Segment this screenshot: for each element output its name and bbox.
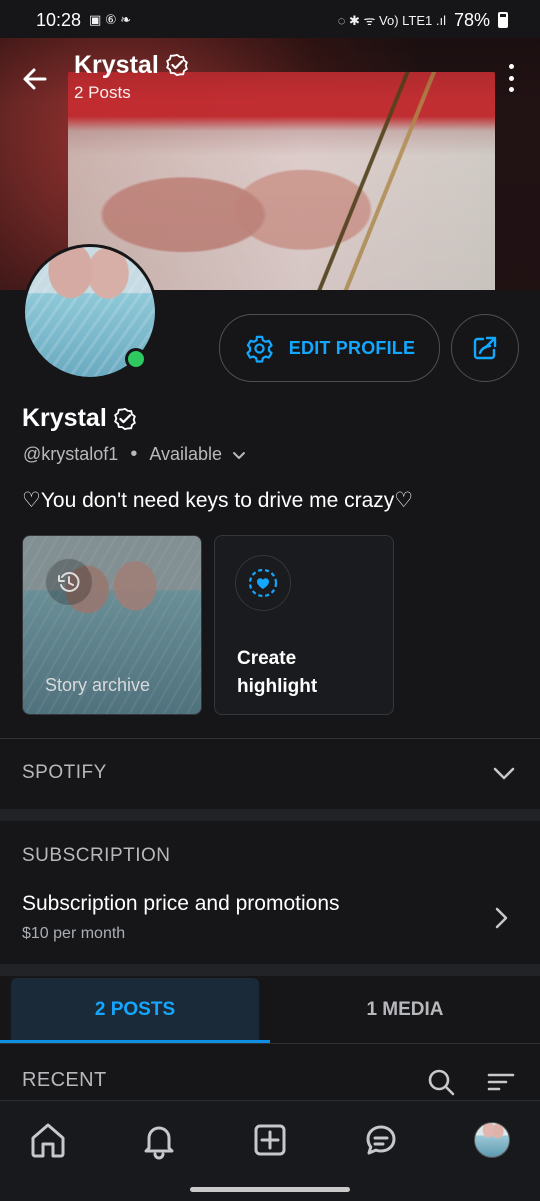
profile-top-bar: Krystal 2 Posts [0,44,540,112]
subscription-price-row[interactable]: Subscription price and promotions $10 pe… [0,879,540,949]
add-post-icon[interactable] [249,1119,291,1161]
recent-header: RECENT [0,1050,540,1100]
sort-icon[interactable] [486,1067,516,1097]
share-profile-button[interactable] [451,314,519,382]
nav-avatar[interactable] [474,1122,510,1158]
share-icon [470,333,500,363]
section-gap [0,964,540,976]
status-bar: 10:28 ▣ ⑥ ❧ ◌ ✱ ᯤ Vo) LTE1 .ıl 78% [0,0,540,40]
spotify-section[interactable]: SPOTIFY [0,739,540,809]
header-title-wrap: Krystal 2 Posts [74,50,189,106]
verified-badge-icon [165,53,189,77]
highlight-heart-icon [235,555,291,611]
messages-icon[interactable] [360,1119,402,1161]
chevron-down-icon[interactable] [232,448,246,462]
chevron-down-icon[interactable] [493,767,515,781]
status-left: 10:28 ▣ ⑥ ❧ [36,10,131,31]
meta-separator: • [130,443,138,465]
status-left-icons: ▣ ⑥ ❧ [89,12,132,27]
header-name-row: Krystal [74,50,189,80]
online-status-icon [125,348,147,370]
profile-meta: @krystalof1 • Available [23,443,246,466]
battery-icon [498,12,508,28]
profile-bio: ♡You don't need keys to drive me crazy♡ [22,489,414,512]
profile-name-row: Krystal [22,404,137,433]
availability-status[interactable]: Available [149,444,222,465]
edit-profile-button[interactable]: EDIT PROFILE [219,314,440,382]
status-right-icons: ◌ ✱ ᯤ Vo) LTE1 .ıl [337,13,446,28]
subscription-item-label: Subscription price and promotions [22,892,340,915]
tab-media[interactable]: 1 MEDIA [270,978,540,1042]
tab-posts[interactable]: 2 POSTS [11,978,259,1042]
home-indicator [190,1187,350,1192]
content-tabs: 2 POSTS 1 MEDIA [0,978,540,1042]
status-right: ◌ ✱ ᯤ Vo) LTE1 .ıl 78% [338,10,508,31]
battery-percent: 78% [453,9,490,30]
verified-badge-icon [113,407,137,431]
edit-profile-label: EDIT PROFILE [288,337,416,358]
header-post-count: 2 Posts [74,83,131,102]
bell-icon[interactable] [138,1119,180,1161]
create-highlight-card[interactable]: Create highlight [214,535,394,715]
story-archive-card[interactable]: Story archive [22,535,202,715]
home-icon[interactable] [27,1119,69,1161]
create-highlight-label: Create highlight [237,648,318,697]
story-archive-label: Story archive [45,675,151,695]
more-options-icon[interactable] [504,64,518,92]
status-time: 10:28 [36,9,82,30]
subscription-title: SUBSCRIPTION [22,845,171,866]
profile-name: Krystal [22,404,107,432]
profile-handle: @krystalof1 [23,444,119,464]
back-arrow-icon[interactable] [20,64,50,94]
spotify-title: SPOTIFY [22,762,107,783]
chevron-right-icon[interactable] [495,907,509,929]
subscription-price: $10 per month [22,925,126,942]
profile-avatar-icon[interactable] [471,1119,513,1161]
header-name: Krystal [74,51,159,79]
history-icon [45,558,93,606]
recent-title: RECENT [22,1069,107,1091]
bottom-navigation [0,1100,540,1201]
section-gap [0,809,540,821]
search-icon[interactable] [426,1067,456,1097]
divider [0,1043,540,1044]
gear-icon [244,333,275,364]
